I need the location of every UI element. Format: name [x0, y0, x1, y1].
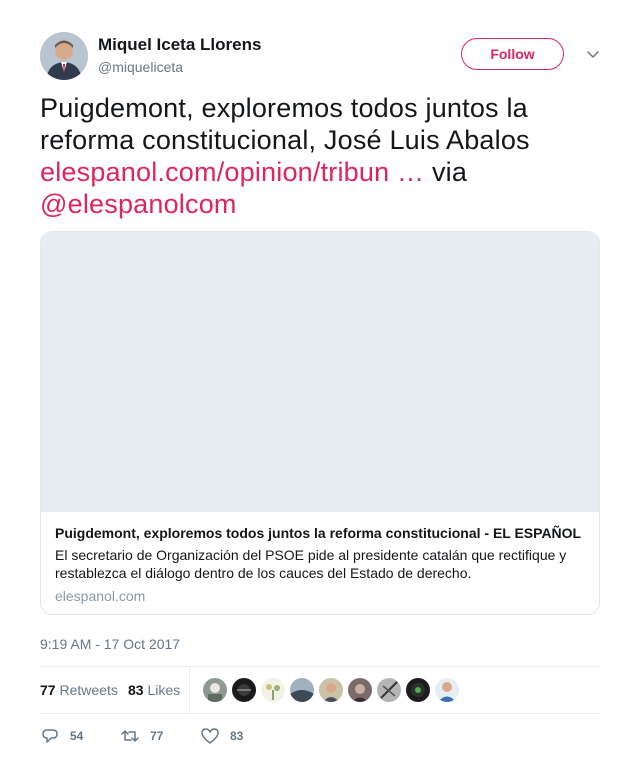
card-image[interactable] [41, 232, 599, 512]
author-handle[interactable]: @miqueliceta [98, 59, 183, 75]
liker-avatar[interactable] [318, 677, 344, 703]
liker-avatar[interactable] [231, 677, 257, 703]
liker-avatar[interactable] [347, 677, 373, 703]
liker-avatar[interactable] [376, 677, 402, 703]
retweet-button[interactable]: 77 [120, 726, 163, 746]
likes-count: 83 [128, 682, 144, 698]
card-description: El secretario de Organización del PSOE p… [55, 547, 567, 581]
liker-avatar[interactable] [260, 677, 286, 703]
reply-icon [42, 729, 58, 743]
tweet-header: Miquel Iceta Llorens @miqueliceta Follow [40, 32, 600, 82]
retweets-label: Retweets [59, 682, 118, 698]
tweet-mention[interactable]: @elespanolcom [40, 189, 237, 219]
tweet-text: Puigdemont, exploremos todos juntos la r… [40, 92, 600, 220]
reply-count: 54 [70, 729, 84, 743]
follow-button[interactable]: Follow [461, 38, 564, 70]
liker-avatar[interactable] [434, 677, 460, 703]
card-title: Puigdemont, exploremos todos juntos la r… [55, 525, 582, 541]
liker-avatar[interactable] [405, 677, 431, 703]
likes-stat[interactable]: 83 Likes [128, 682, 180, 698]
liker-avatar[interactable] [202, 677, 228, 703]
link-card[interactable]: Puigdemont, exploremos todos juntos la r… [40, 231, 600, 615]
like-button[interactable]: 83 [200, 726, 243, 746]
reply-button[interactable]: 54 [40, 726, 83, 746]
heart-icon [201, 728, 219, 744]
tweet-link[interactable]: elespanol.com/opinion/tribun … [40, 157, 424, 187]
author-avatar[interactable] [40, 32, 88, 80]
retweet-count: 77 [150, 729, 164, 743]
retweet-icon [121, 730, 139, 742]
liker-avatar[interactable] [289, 677, 315, 703]
like-count: 83 [230, 729, 244, 743]
tweet-via: via [431, 157, 468, 187]
tweet-timestamp[interactable]: 9:19 AM - 17 Oct 2017 [40, 636, 180, 652]
chevron-down-icon[interactable] [585, 46, 601, 62]
card-domain: elespanol.com [55, 588, 146, 604]
author-name[interactable]: Miquel Iceta Llorens [98, 35, 261, 55]
likes-label: Likes [147, 682, 181, 698]
retweets-count: 77 [40, 682, 56, 698]
retweets-stat[interactable]: 77 Retweets [40, 682, 118, 698]
tweet-stats: 77 Retweets 83 Likes [40, 666, 600, 714]
tweet-actions: 54 77 83 [40, 722, 600, 752]
stats-divider [189, 667, 190, 713]
tweet-body: Puigdemont, exploremos todos juntos la r… [40, 93, 530, 155]
